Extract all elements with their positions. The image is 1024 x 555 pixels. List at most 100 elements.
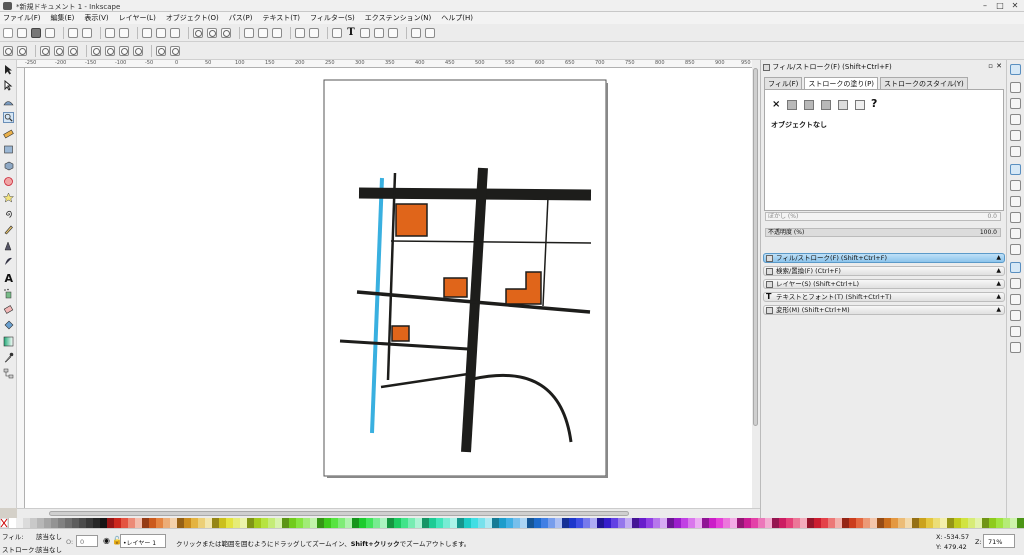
menu-help[interactable]: ヘルプ(H) [441, 13, 473, 23]
calligraphy-tool-icon[interactable] [3, 256, 14, 267]
zoom-previous-icon[interactable] [156, 45, 166, 56]
menu-layer[interactable]: レイヤー(L) [119, 13, 156, 23]
unlink-clone-icon[interactable] [272, 27, 282, 38]
building-block[interactable] [395, 203, 428, 237]
no-paint-icon[interactable]: × [772, 99, 780, 110]
pencil-tool-icon[interactable] [3, 224, 14, 235]
menu-filters[interactable]: フィルター(S) [310, 13, 355, 23]
box-3d-tool-icon[interactable] [3, 160, 14, 171]
drawing-canvas[interactable] [25, 68, 752, 508]
snap-toggle-icon[interactable] [1010, 64, 1021, 75]
zoom-next-icon[interactable] [170, 45, 180, 56]
blur-slider[interactable]: ぼかし (%) 0.0 [765, 212, 1001, 221]
zoom-1-2-icon[interactable] [54, 45, 64, 56]
snap-text-baseline-icon[interactable] [1010, 294, 1021, 305]
zoom-selection-icon[interactable] [193, 27, 203, 38]
pen-tool-icon[interactable] [3, 240, 14, 251]
menu-object[interactable]: オブジェクト(O) [166, 13, 219, 23]
unset-paint-icon[interactable]: ? [871, 97, 877, 110]
snap-midpoint-icon[interactable] [1010, 244, 1021, 255]
snap-guide-icon[interactable] [1010, 342, 1021, 353]
ungroup-icon[interactable] [309, 27, 319, 38]
tab-stroke-style[interactable]: ストロークのスタイル(Y) [880, 77, 968, 89]
pattern-icon[interactable] [838, 100, 848, 110]
zoom-tool-icon[interactable] [3, 112, 14, 123]
snap-intersection-icon[interactable] [1010, 196, 1021, 207]
rectangle-tool-icon[interactable] [3, 144, 14, 155]
dropper-tool-icon[interactable] [3, 352, 14, 363]
eraser-tool-icon[interactable] [3, 304, 14, 315]
snap-bbox-midpoint-icon[interactable] [1010, 130, 1021, 141]
dock-item-fill-stroke[interactable]: フィル/ストローク(F) (Shift+Ctrl+F) ▲ [763, 253, 1005, 263]
align-icon[interactable] [388, 27, 398, 38]
undo-icon[interactable] [105, 27, 115, 38]
snap-grid-icon[interactable] [1010, 326, 1021, 337]
print-icon[interactable] [45, 27, 55, 38]
menu-text[interactable]: テキスト(T) [262, 13, 300, 23]
zoom-1-1-icon[interactable] [40, 45, 50, 56]
swatch-icon[interactable] [855, 100, 865, 110]
node-tool-icon[interactable] [3, 80, 14, 91]
spray-tool-icon[interactable] [3, 288, 14, 299]
dock-item-transform[interactable]: 変形(M) (Shift+Ctrl+M) ▲ [763, 305, 1005, 315]
zoom-in-icon[interactable] [3, 45, 13, 56]
building-block[interactable] [391, 325, 410, 342]
snap-cusp-icon[interactable] [1010, 212, 1021, 223]
xml-editor-icon[interactable] [374, 27, 384, 38]
fill-value[interactable]: 該当なし [36, 531, 62, 541]
copy-icon[interactable] [142, 27, 152, 38]
palette-swatches[interactable] [0, 517, 1024, 529]
menu-extensions[interactable]: エクステンション(N) [365, 13, 432, 23]
menu-path[interactable]: パス(P) [229, 13, 253, 23]
snap-page-border-icon[interactable] [1010, 310, 1021, 321]
zoom-fit-width-icon[interactable] [133, 45, 143, 56]
import-icon[interactable] [68, 27, 78, 38]
tab-stroke-paint[interactable]: ストロークの塗り(P) [804, 77, 879, 89]
dock-item-text-font[interactable]: T テキストとフォント(T) (Shift+Ctrl+T) ▲ [763, 292, 1005, 302]
zoom-drawing-icon[interactable] [207, 27, 217, 38]
clone-icon[interactable] [258, 27, 268, 38]
open-icon[interactable] [17, 27, 27, 38]
connector-tool-icon[interactable] [3, 368, 14, 379]
selector-arrow-icon[interactable] [3, 64, 14, 75]
dock-close-icon[interactable]: ✕ [996, 62, 1002, 70]
layer-dropdown[interactable]: •レイヤー 1 [120, 534, 166, 548]
redo-icon[interactable] [119, 27, 129, 38]
snap-rotation-center-icon[interactable] [1010, 278, 1021, 289]
stroke-value[interactable]: 該当なし [36, 544, 62, 554]
menu-file[interactable]: ファイル(F) [3, 13, 41, 23]
measure-tool-icon[interactable] [3, 128, 14, 139]
fill-stroke-icon[interactable] [332, 27, 342, 38]
zoom-fit-page-icon[interactable] [119, 45, 129, 56]
snap-object-center-icon[interactable] [1010, 262, 1021, 273]
group-icon[interactable] [295, 27, 305, 38]
close-window-button[interactable]: ✕ [1008, 1, 1022, 11]
maximize-button[interactable]: □ [993, 1, 1007, 11]
gradient-tool-icon[interactable] [3, 336, 14, 347]
minimize-button[interactable]: – [978, 1, 992, 11]
duplicate-icon[interactable] [244, 27, 254, 38]
zoom-fit-drawing-icon[interactable] [105, 45, 115, 56]
paint-bucket-tool-icon[interactable] [3, 320, 14, 331]
dock-item-layers[interactable]: レイヤー(S) (Shift+Ctrl+L) ▲ [763, 279, 1005, 289]
menu-edit[interactable]: 編集(E) [51, 13, 75, 23]
flat-color-icon[interactable] [787, 100, 797, 110]
save-icon[interactable] [31, 27, 41, 38]
opacity-spinbox[interactable]: 0 [76, 535, 98, 547]
star-tool-icon[interactable] [3, 192, 14, 203]
vertical-scrollbar[interactable] [752, 60, 760, 508]
document-properties-icon[interactable] [411, 27, 421, 38]
layers-icon[interactable] [360, 27, 370, 38]
layer-visibility-icon[interactable]: ◉ [103, 536, 110, 545]
zoom-field[interactable]: 71% [983, 534, 1015, 548]
horizontal-scroll-thumb[interactable] [49, 511, 629, 516]
zoom-out-icon[interactable] [17, 45, 27, 56]
tweak-tool-icon[interactable] [3, 96, 14, 107]
vertical-scroll-thumb[interactable] [753, 68, 758, 426]
linear-gradient-icon[interactable] [804, 100, 814, 110]
snap-bbox-edge-icon[interactable] [1010, 98, 1021, 109]
preferences-icon[interactable] [425, 27, 435, 38]
paste-icon[interactable] [170, 27, 180, 38]
menu-view[interactable]: 表示(V) [84, 13, 108, 23]
export-icon[interactable] [82, 27, 92, 38]
